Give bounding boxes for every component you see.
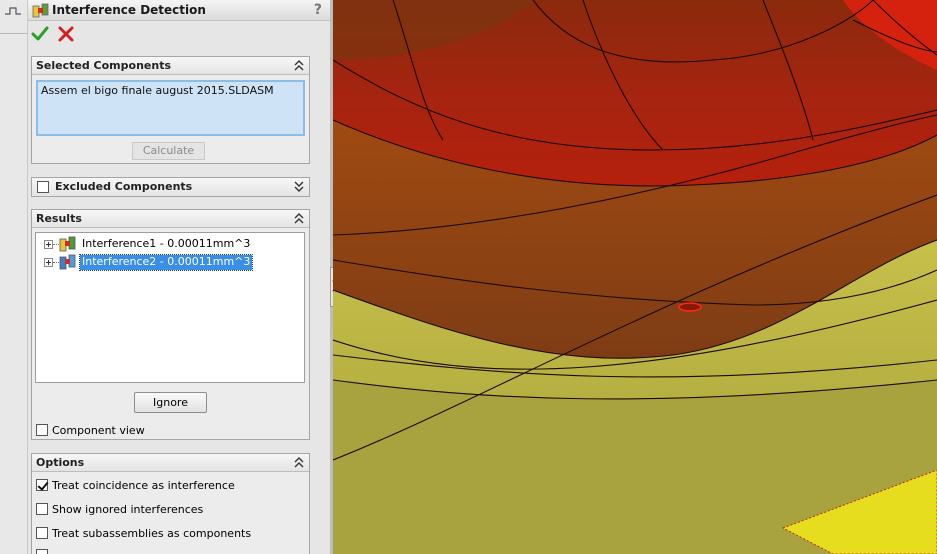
selected-components-list[interactable]: Assem el bigo finale august 2015.SLDASM xyxy=(36,80,305,136)
component-view-checkbox[interactable] xyxy=(36,424,48,436)
expand-plus-icon[interactable] xyxy=(44,240,53,249)
collapse-up-icon[interactable] xyxy=(293,455,305,469)
model-render[interactable] xyxy=(333,0,937,554)
tree-item-label: Interference1 - 0.00011mm^3 xyxy=(82,237,251,250)
interference-icon xyxy=(59,236,76,252)
option-partial-hidden[interactable] xyxy=(36,548,48,554)
collapse-up-icon[interactable] xyxy=(293,211,305,225)
group-title: Results xyxy=(36,212,82,225)
expand-down-icon[interactable] xyxy=(293,179,305,193)
option-treat-subassemblies[interactable]: Treat subassemblies as components xyxy=(36,526,251,540)
options-group: Options Treat coincidence as interferenc… xyxy=(31,453,310,554)
panel-header: Interference Detection ? xyxy=(28,0,330,21)
step-icon[interactable] xyxy=(4,6,22,16)
option-label: Show ignored interferences xyxy=(52,502,204,516)
treat-subassemblies-checkbox[interactable] xyxy=(36,527,48,539)
strip-divider xyxy=(0,33,28,34)
interference-highlight[interactable] xyxy=(678,302,702,312)
partial-option-checkbox[interactable] xyxy=(36,549,48,554)
show-ignored-checkbox[interactable] xyxy=(36,503,48,515)
x-icon[interactable] xyxy=(57,25,75,43)
graphics-viewport[interactable] xyxy=(333,0,937,554)
tree-row-interference2[interactable]: Interference2 - 0.00011mm^3 xyxy=(44,254,294,271)
results-tree[interactable]: Interference1 - 0.00011mm^3 Interference… xyxy=(35,232,305,383)
option-label: Treat coincidence as interference xyxy=(52,478,235,492)
option-label: Treat subassemblies as components xyxy=(52,526,252,540)
option-show-ignored[interactable]: Show ignored interferences xyxy=(36,502,203,516)
checkmark-icon[interactable] xyxy=(31,25,49,43)
results-group: Results Interference1 - 0.00011mm^3 Inte… xyxy=(31,209,310,440)
group-title: Selected Components xyxy=(36,59,172,72)
interference-detection-icon xyxy=(32,3,49,18)
collapse-up-icon[interactable] xyxy=(293,58,305,72)
selected-components-header[interactable]: Selected Components xyxy=(32,57,309,75)
treat-coincidence-checkbox[interactable] xyxy=(36,479,48,491)
list-item[interactable]: Assem el bigo finale august 2015.SLDASM xyxy=(41,84,300,97)
tree-row-interference1[interactable]: Interference1 - 0.00011mm^3 xyxy=(44,236,294,252)
excluded-components-checkbox[interactable] xyxy=(37,181,49,193)
help-button[interactable]: ? xyxy=(314,2,322,18)
group-title: Options xyxy=(36,456,85,469)
group-title: Excluded Components xyxy=(55,180,193,193)
ignore-button[interactable]: Ignore xyxy=(134,392,207,413)
panel-title: Interference Detection xyxy=(52,3,206,17)
expand-plus-icon[interactable] xyxy=(44,258,53,267)
interference-icon xyxy=(59,254,76,270)
selected-components-group: Selected Components Assem el bigo finale… xyxy=(31,56,310,164)
excluded-components-group: Excluded Components xyxy=(31,177,310,197)
left-toolbar-strip xyxy=(0,0,28,554)
option-treat-coincidence[interactable]: Treat coincidence as interference xyxy=(36,478,235,492)
results-header[interactable]: Results xyxy=(32,210,309,228)
component-view-option[interactable]: Component view xyxy=(36,423,145,437)
calculate-button[interactable]: Calculate xyxy=(132,142,205,160)
component-view-label: Component view xyxy=(52,423,145,437)
options-header[interactable]: Options xyxy=(32,454,309,472)
excluded-components-header[interactable]: Excluded Components xyxy=(32,178,309,196)
property-manager: Interference Detection ? Selected Compon… xyxy=(28,0,330,554)
tree-item-label: Interference2 - 0.00011mm^3 xyxy=(78,254,254,271)
